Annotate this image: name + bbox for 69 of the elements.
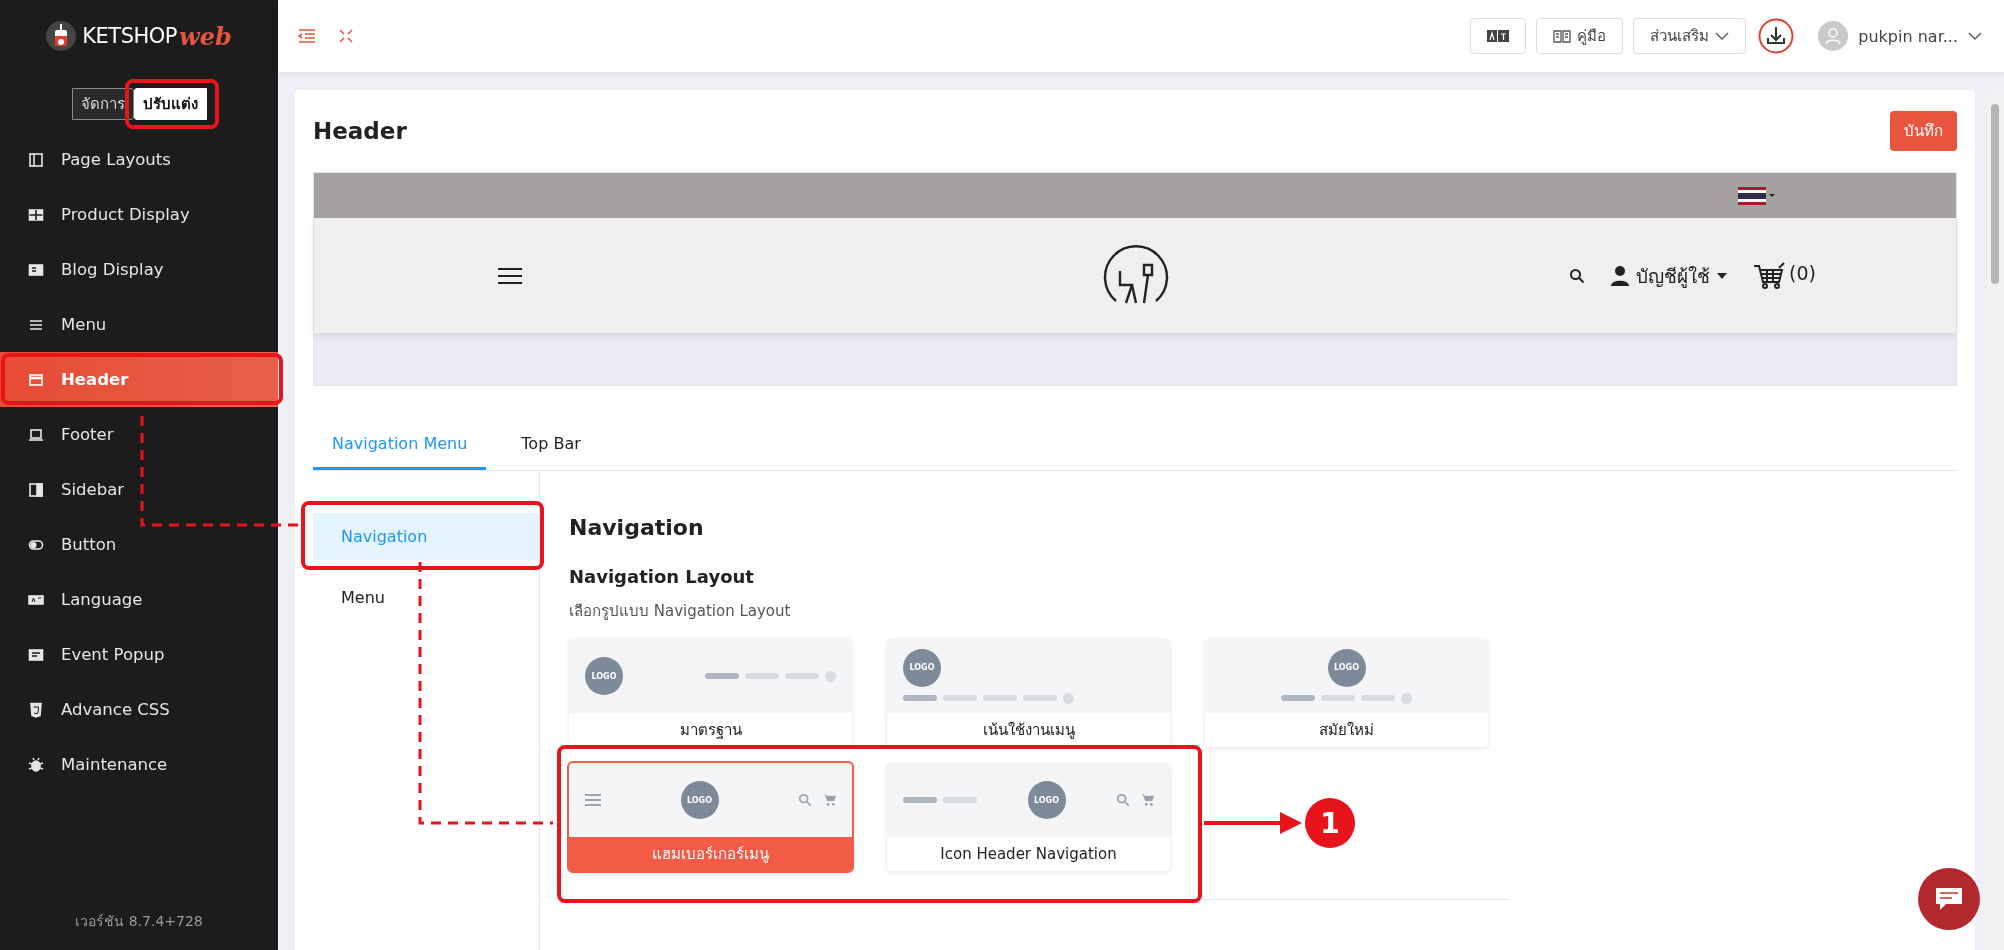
- tab[interactable]: Top Bar: [502, 422, 600, 470]
- save-button[interactable]: บันทึก: [1890, 111, 1957, 151]
- submenu-item[interactable]: Menu: [313, 574, 539, 621]
- mode-toggle-option[interactable]: จัดการ: [71, 88, 134, 120]
- translate-button[interactable]: [1470, 18, 1527, 54]
- sidebar-item[interactable]: Product Display: [0, 187, 278, 242]
- hamburger-icon[interactable]: [498, 266, 522, 285]
- chevron-down-icon: [1715, 32, 1730, 40]
- layout-option-card[interactable]: LOGO แฮมเบอร์เกอร์เมนู: [569, 763, 852, 871]
- logo-circle: LOGO: [1027, 781, 1066, 819]
- cart-icon: [1140, 793, 1154, 807]
- layout-option-card[interactable]: LOGO Icon Header Navigation: [887, 763, 1170, 871]
- layout-option-card[interactable]: LOGO มาตรฐาน: [569, 639, 852, 747]
- book-icon: [1553, 29, 1572, 43]
- blog-icon: [28, 261, 44, 278]
- mode-toggle-option[interactable]: ปรับแต่ง: [133, 88, 207, 120]
- caret-icon: [1717, 272, 1728, 279]
- brand-name: KETSHOP: [82, 24, 177, 48]
- logo-circle: LOGO: [903, 648, 941, 687]
- page-title: Header: [313, 118, 407, 144]
- sidebar-item[interactable]: Blog Display: [0, 242, 278, 297]
- sidebar-item[interactable]: Language: [0, 572, 278, 627]
- layout-option-card[interactable]: LOGO สมัยใหม่: [1205, 639, 1488, 747]
- window-icon: [28, 371, 44, 388]
- bug-icon: [28, 756, 44, 773]
- search-icon: [798, 793, 812, 807]
- manual-button[interactable]: คู่มือ: [1536, 18, 1624, 54]
- thai-flag-icon[interactable]: [1738, 186, 1776, 205]
- search-icon: [1116, 793, 1130, 807]
- translate-icon: [1487, 30, 1510, 42]
- layout-option-card[interactable]: LOGO เน้นใช้งานเมนู: [887, 639, 1170, 747]
- sidebar-item[interactable]: Sidebar: [0, 462, 278, 517]
- logo-circle: LOGO: [1327, 648, 1366, 687]
- grid-icon: [28, 206, 44, 223]
- layout-icon: [28, 151, 44, 168]
- fullscreen-icon[interactable]: [338, 28, 354, 44]
- user-menu[interactable]: pukpin nar...: [1818, 21, 1982, 51]
- collapse-menu-icon[interactable]: [298, 28, 316, 44]
- sidebar-item[interactable]: Event Popup: [0, 627, 278, 682]
- logo-circle: LOGO: [680, 781, 719, 819]
- cart-link[interactable]: (0): [1753, 261, 1816, 290]
- avatar-icon: [1818, 21, 1849, 51]
- section-title: Navigation: [569, 515, 705, 540]
- hamburger-icon: [585, 794, 601, 806]
- cup-logo-icon: [46, 21, 77, 51]
- download-icon[interactable]: [1758, 18, 1795, 54]
- sidebar-item[interactable]: Footer: [0, 407, 278, 462]
- section-hint: เลือกรูปแบบ Navigation Layout: [569, 601, 792, 622]
- chat-bubble-icon: [1934, 886, 1964, 912]
- chevron-down-icon: [1968, 32, 1982, 40]
- sidebar-item[interactable]: Maintenance: [0, 737, 278, 792]
- logo-circle: LOGO: [585, 657, 623, 695]
- brand-accent: web: [179, 21, 232, 51]
- person-icon: [1611, 265, 1630, 286]
- search-icon[interactable]: [1569, 267, 1586, 284]
- account-menu[interactable]: บัญชีผู้ใช้: [1611, 260, 1728, 291]
- sidebar-item[interactable]: Button: [0, 517, 278, 572]
- laptop-icon: [28, 426, 44, 443]
- addons-dropdown[interactable]: ส่วนเสริม: [1633, 18, 1747, 54]
- section-subtitle: Navigation Layout: [569, 566, 755, 587]
- scrollbar[interactable]: [1986, 90, 2004, 950]
- event-icon: [28, 646, 44, 663]
- sidebar-item[interactable]: Page Layouts: [0, 132, 278, 187]
- sidebar-item[interactable]: Menu: [0, 297, 278, 352]
- css-icon: [28, 701, 44, 718]
- cart-icon: [1753, 261, 1786, 290]
- sidebar-item[interactable]: Advance CSS: [0, 682, 278, 737]
- cart-icon: [822, 793, 836, 807]
- version-text: เวอร์ชัน 8.7.4+728: [74, 912, 204, 931]
